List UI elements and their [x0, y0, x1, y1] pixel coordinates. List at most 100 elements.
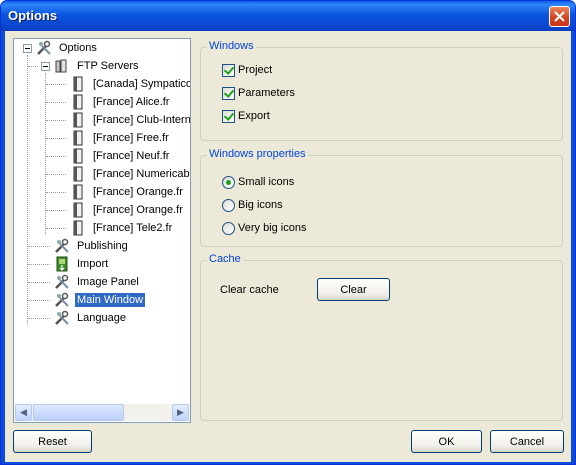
ok-button[interactable]: OK	[411, 430, 482, 453]
radio-label: Small icons	[238, 176, 295, 188]
tree-item-options[interactable]: Options	[57, 39, 99, 57]
group-title: Windows	[207, 40, 256, 52]
tree-item-label: Language	[77, 312, 126, 324]
tree-line	[28, 300, 50, 301]
button-label: Cancel	[509, 435, 545, 448]
tree-item-server[interactable]: [France] Numericable	[91, 165, 191, 183]
button-label: Clear	[340, 283, 367, 296]
tools-icon	[55, 238, 69, 253]
big-icons-radio[interactable]	[222, 199, 235, 212]
server-icon	[73, 166, 83, 182]
parameters-checkbox[interactable]	[222, 87, 235, 100]
scroll-thumb[interactable]	[33, 404, 124, 421]
server-icon	[73, 94, 83, 110]
tree-item-label: Main Window	[73, 292, 147, 308]
collapse-toggle[interactable]	[23, 44, 32, 53]
cache-group: Cache Clear cache Clear	[200, 253, 563, 421]
tools-icon	[55, 310, 69, 325]
checkbox-label: Project	[238, 64, 273, 76]
tree-item-label: Options	[59, 42, 97, 54]
tree-item-label: [France] Club-Internet	[93, 114, 191, 126]
tree-item-label: [France] Neuf.fr	[93, 150, 170, 162]
server-icon	[73, 184, 83, 200]
tree-item-server[interactable]: [France] Orange.fr	[91, 201, 185, 219]
tree-line	[46, 84, 66, 85]
tree-line	[28, 282, 50, 283]
tree-item-label: [Canada] Sympatico	[93, 78, 191, 90]
title-bar[interactable]: Options	[1, 1, 575, 31]
tree-item-image-panel[interactable]: Image Panel	[75, 273, 141, 291]
close-icon	[554, 11, 565, 22]
checkbox-label: Parameters	[238, 87, 295, 99]
tree-line	[28, 66, 38, 67]
group-title: Cache	[207, 253, 243, 265]
server-icon	[73, 220, 83, 236]
tree-line	[46, 156, 66, 157]
windows-properties-group: Windows properties Small icons Big icons…	[200, 148, 563, 247]
tree-item-server[interactable]: [France] Alice.fr	[91, 93, 171, 111]
tree-item-main-window[interactable]: Main Window	[73, 291, 147, 309]
tree-item-label: Import	[77, 258, 109, 270]
project-checkbox[interactable]	[222, 64, 235, 77]
tree-line	[46, 138, 66, 139]
button-label: OK	[438, 435, 455, 448]
tree-line	[27, 55, 28, 325]
options-dialog: Options Options FTP Servers [Canada] Sym…	[0, 0, 576, 465]
tree-line	[46, 228, 66, 229]
tools-icon	[37, 40, 51, 55]
tree-item-label: [France] Orange.fr	[93, 186, 183, 198]
clear-cache-button[interactable]: Clear	[317, 278, 390, 301]
server-icon	[73, 76, 83, 92]
arrow-right-icon: ▶	[177, 407, 184, 417]
group-title: Windows properties	[207, 148, 308, 160]
tree-item-server[interactable]: [France] Orange.fr	[91, 183, 185, 201]
tree-item-label: [France] Alice.fr	[93, 96, 170, 108]
checkbox-label: Export	[238, 110, 270, 122]
tree-item-label: Publishing	[77, 240, 128, 252]
windows-group: Windows Project Parameters Export	[200, 40, 563, 141]
tree-line	[46, 192, 66, 193]
clear-cache-label: Clear cache	[220, 284, 279, 296]
tree-item-label: Image Panel	[77, 276, 139, 288]
scroll-left-button[interactable]: ◀	[15, 404, 32, 421]
import-icon	[56, 256, 68, 272]
scroll-right-button[interactable]: ▶	[172, 404, 189, 421]
tree-line	[28, 264, 50, 265]
reset-button[interactable]: Reset	[13, 430, 92, 453]
tree-item-server[interactable]: [France] Neuf.fr	[91, 147, 171, 165]
server-icon	[73, 148, 83, 164]
tree-item-server[interactable]: [France] Club-Internet	[91, 111, 191, 129]
tree-item-label: FTP Servers	[77, 60, 139, 72]
tree-item-label: [France] Tele2.fr	[93, 222, 173, 234]
window-title: Options	[8, 8, 58, 23]
tree-item-label: [France] Numericable	[93, 168, 191, 180]
export-checkbox[interactable]	[222, 110, 235, 123]
horizontal-scrollbar[interactable]: ◀ ▶	[15, 404, 189, 421]
tree-line	[46, 102, 66, 103]
tree-item-ftp-servers[interactable]: FTP Servers	[75, 57, 141, 75]
tree-item-server[interactable]: [France] Tele2.fr	[91, 219, 174, 237]
tree-item-label: [France] Orange.fr	[93, 204, 183, 216]
dialog-client: Options FTP Servers [Canada] Sympatico […	[5, 31, 571, 462]
radio-label: Big icons	[238, 199, 283, 211]
tree-item-server[interactable]: [France] Free.fr	[91, 129, 171, 147]
tree-item-language[interactable]: Language	[75, 309, 128, 327]
tree-item-publishing[interactable]: Publishing	[75, 237, 130, 255]
tree-line	[46, 210, 66, 211]
collapse-toggle[interactable]	[41, 62, 50, 71]
arrow-left-icon: ◀	[20, 407, 27, 417]
tree-line	[28, 318, 50, 319]
tree-line	[46, 120, 66, 121]
options-tree[interactable]: Options FTP Servers [Canada] Sympatico […	[13, 38, 191, 423]
close-button[interactable]	[549, 6, 570, 27]
servers-icon	[55, 59, 67, 73]
small-icons-radio[interactable]	[222, 176, 235, 189]
tree-line	[46, 174, 66, 175]
radio-label: Very big icons	[238, 222, 307, 234]
very-big-icons-radio[interactable]	[222, 222, 235, 235]
tree-item-import[interactable]: Import	[75, 255, 110, 273]
tree-line	[28, 246, 50, 247]
tree-item-server[interactable]: [Canada] Sympatico	[91, 75, 191, 93]
tools-icon	[55, 292, 69, 307]
cancel-button[interactable]: Cancel	[490, 430, 564, 453]
